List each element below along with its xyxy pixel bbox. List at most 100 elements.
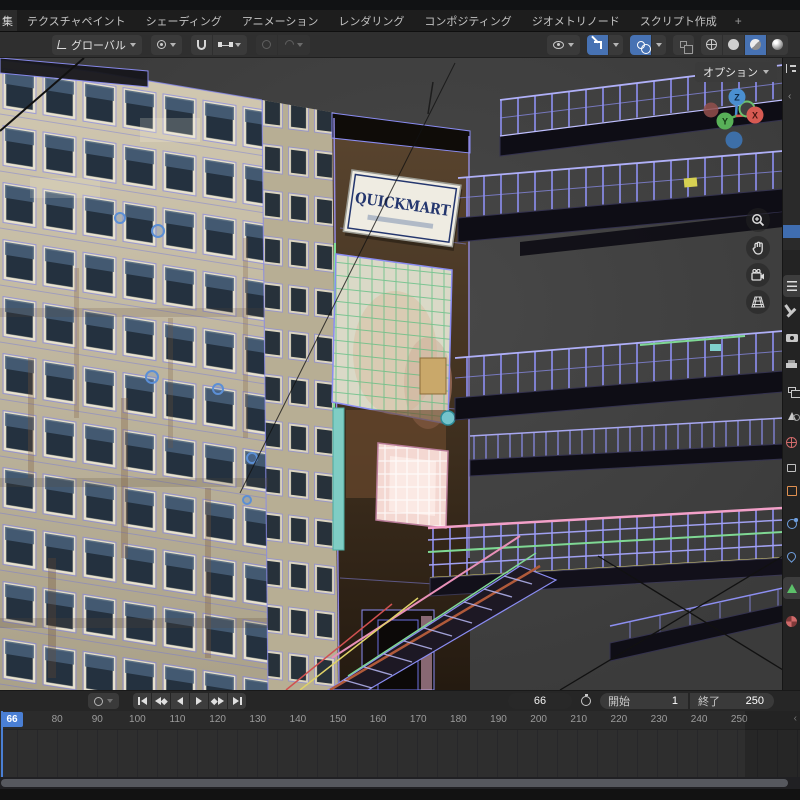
- gizmo-dropdown[interactable]: [609, 35, 623, 55]
- walkway-bridge[interactable]: [428, 508, 783, 596]
- properties-tab-material[interactable]: [783, 610, 800, 632]
- snap-toggle-button[interactable]: [191, 35, 212, 55]
- viewport-3d[interactable]: QUICKMART: [0, 58, 783, 690]
- ruler-tick: 110: [170, 714, 186, 725]
- axis-neg-x-ball[interactable]: [704, 103, 719, 118]
- proportional-editing-icon: [262, 40, 271, 49]
- shading-rendered-button[interactable]: [767, 35, 788, 55]
- timeline-ruler-ticks[interactable]: ‹ 70809010011012013014015016017018019020…: [0, 711, 800, 729]
- play-reverse-button[interactable]: [171, 693, 189, 709]
- nav-gizmo[interactable]: Z X Y: [700, 88, 780, 168]
- show-overlays-toggle[interactable]: [630, 35, 651, 55]
- crate[interactable]: [420, 358, 446, 394]
- fire-escape-platform-4[interactable]: [470, 418, 783, 476]
- workspace-tab-compositing[interactable]: コンポジティング: [414, 10, 521, 31]
- timeline-body[interactable]: ‹ 70809010011012013014015016017018019020…: [0, 711, 800, 777]
- shading-material-button[interactable]: [745, 35, 766, 55]
- jump-to-start-button[interactable]: [133, 693, 151, 709]
- playback-controls: [133, 693, 246, 709]
- camera-view-button[interactable]: [746, 263, 770, 287]
- autokey-icon: [94, 697, 103, 706]
- outliner-selected-row[interactable]: [783, 225, 800, 238]
- next-keyframe-button[interactable]: [209, 693, 227, 709]
- transform-orientation-dropdown[interactable]: グローバル: [52, 35, 142, 55]
- catwalk-mesh[interactable]: [610, 588, 783, 661]
- properties-tab-tool[interactable]: [783, 301, 800, 323]
- chevron-down-icon: [568, 43, 574, 47]
- billboard-mesh[interactable]: [332, 254, 452, 429]
- autokey-dropdown[interactable]: [88, 693, 119, 709]
- properties-tab-particles[interactable]: [783, 545, 800, 567]
- fire-escape-platform-3[interactable]: [455, 331, 783, 420]
- proportional-editing-toggle[interactable]: [256, 35, 277, 55]
- chevron-down-icon: [613, 43, 619, 47]
- timeline-editor: 66 開始 1 終了 250 ‹ 70809010011012013014015…: [0, 690, 800, 800]
- properties-tab-view-layer[interactable]: [783, 379, 800, 401]
- playhead[interactable]: 66: [1, 711, 3, 777]
- playhead-frame-label: 66: [1, 712, 23, 727]
- options-label: オプション: [703, 64, 758, 80]
- overlays-dropdown[interactable]: [652, 35, 666, 55]
- ruler-tick: 100: [129, 714, 146, 725]
- blender-window: 集 テクスチャペイント シェーディング アニメーション レンダリング コンポジテ…: [0, 0, 800, 800]
- perspective-toggle-button[interactable]: [746, 290, 770, 314]
- gizmos-group: [587, 35, 623, 55]
- end-frame-field[interactable]: 終了 250: [690, 693, 774, 709]
- properties-tab-physics[interactable]: [783, 513, 800, 535]
- ruler-tick: 130: [249, 714, 266, 725]
- properties-tab-render[interactable]: [783, 327, 800, 349]
- play-button[interactable]: [190, 693, 208, 709]
- workspace-tab-texture-paint[interactable]: テクスチャペイント: [17, 10, 136, 31]
- properties-editor-icon[interactable]: [783, 275, 800, 297]
- show-gizmo-toggle[interactable]: [587, 35, 608, 55]
- workspace-tab-geometry-nodes[interactable]: ジオメトリノード: [522, 10, 630, 31]
- chevron-down-icon: [107, 699, 113, 703]
- workspace-tab-rendering[interactable]: レンダリング: [328, 10, 414, 31]
- teal-part[interactable]: [710, 344, 721, 351]
- quickmart-tower-mesh[interactable]: QUICKMART: [332, 82, 470, 690]
- timeline-tracks[interactable]: [0, 729, 800, 777]
- ruler-tick: 140: [290, 714, 307, 725]
- start-frame-field[interactable]: 開始 1: [600, 693, 688, 709]
- zoom-button[interactable]: [746, 208, 770, 232]
- properties-tab-output[interactable]: [783, 353, 800, 375]
- lit-window-mesh[interactable]: [376, 443, 448, 528]
- ruler-tick: 240: [691, 714, 708, 725]
- overlays-icon: [637, 41, 645, 49]
- ruler-tick: 200: [530, 714, 547, 725]
- teal-pipe[interactable]: [333, 408, 344, 550]
- shading-mode-group: [701, 35, 788, 55]
- visibility-icon: [553, 41, 564, 49]
- xray-toggle[interactable]: [673, 35, 694, 55]
- teal-knob[interactable]: [441, 411, 455, 425]
- properties-tab-object[interactable]: [783, 480, 800, 502]
- falloff-dropdown[interactable]: [278, 35, 310, 55]
- apartment-building-mesh[interactable]: [0, 58, 342, 690]
- chevron-down-icon: [235, 43, 241, 47]
- add-workspace-button[interactable]: +: [727, 10, 750, 31]
- properties-tab-collection[interactable]: [783, 457, 800, 479]
- workspace-tab-animation[interactable]: アニメーション: [232, 10, 329, 31]
- workspace-tab-shading[interactable]: シェーディング: [136, 10, 232, 31]
- prev-keyframe-button[interactable]: [152, 693, 170, 709]
- jump-to-end-button[interactable]: [228, 693, 246, 709]
- axis-neg-z-ball[interactable]: [726, 132, 743, 149]
- workspace-tab-scripting[interactable]: スクリプト作成: [630, 10, 727, 31]
- yellow-box[interactable]: [684, 177, 698, 187]
- pivot-point-dropdown[interactable]: [151, 35, 182, 55]
- shading-wireframe-button[interactable]: [701, 35, 722, 55]
- current-frame-field[interactable]: 66: [508, 693, 572, 709]
- options-dropdown[interactable]: オプション: [695, 62, 777, 82]
- frame-range-group: 開始 1 終了 250: [600, 693, 774, 709]
- snap-target-dropdown[interactable]: [213, 35, 247, 55]
- properties-tab-scene[interactable]: [783, 405, 800, 427]
- collapse-left-icon[interactable]: ‹: [788, 92, 791, 102]
- workspace-tab-partial[interactable]: 集: [0, 10, 17, 31]
- properties-tab-object-data[interactable]: [783, 577, 800, 599]
- properties-tab-world[interactable]: [783, 431, 800, 453]
- horizontal-scrollbar[interactable]: [1, 779, 788, 787]
- object-visibility-dropdown[interactable]: [547, 35, 580, 55]
- chevron-down-icon: [170, 43, 176, 47]
- shading-solid-button[interactable]: [723, 35, 744, 55]
- pan-button[interactable]: [746, 236, 770, 260]
